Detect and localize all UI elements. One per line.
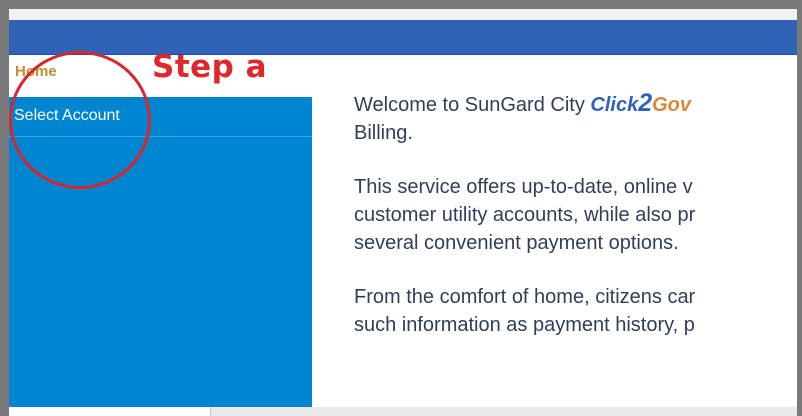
comfort-paragraph: From the comfort of home, citizens car s…	[354, 283, 797, 339]
screenshot-frame: Home Step a Select Account Welcome to Su…	[0, 0, 802, 416]
sidebar-item-select-account[interactable]: Select Account	[9, 97, 312, 137]
service-line-2: customer utility accounts, while also pr	[354, 204, 696, 226]
comfort-line-2: such information as payment history, p	[354, 314, 695, 336]
home-link[interactable]: Home	[15, 63, 57, 80]
service-line-3: several convenient payment options.	[354, 232, 679, 254]
sidebar: Select Account	[9, 97, 312, 416]
service-line-1: This service offers up-to-date, online v	[354, 176, 693, 198]
welcome-content: Welcome to SunGard City Click2Gov Billin…	[354, 89, 797, 365]
sidebar-item-label: Select Account	[14, 107, 120, 124]
welcome-line-2: Billing.	[354, 122, 413, 144]
welcome-paragraph: Welcome to SunGard City Click2Gov Billin…	[354, 89, 797, 147]
welcome-prefix: Welcome to SunGard City	[354, 94, 591, 116]
service-paragraph: This service offers up-to-date, online v…	[354, 173, 797, 257]
top-band	[9, 9, 797, 20]
comfort-line-1: From the comfort of home, citizens car	[354, 286, 696, 308]
bottom-strip-right	[211, 407, 797, 416]
brand-click: Click	[590, 94, 639, 116]
step-annotation-label: Step a	[152, 49, 268, 85]
brand-gov: Gov	[652, 94, 692, 116]
welcome-line: Welcome to SunGard City Click2Gov	[354, 89, 797, 119]
header-bar	[9, 20, 797, 55]
brand-two: 2	[638, 89, 653, 117]
bottom-strip-left	[9, 407, 211, 416]
